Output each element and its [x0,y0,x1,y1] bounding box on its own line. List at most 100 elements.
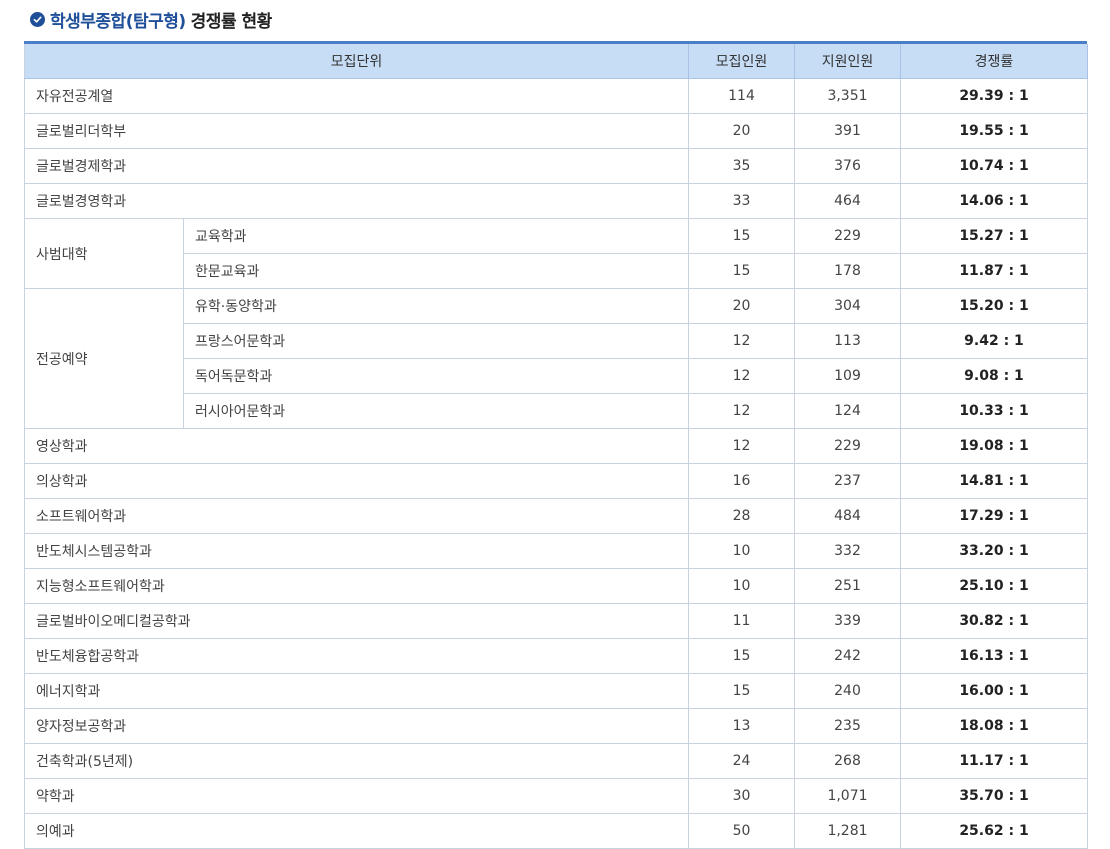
table-row: 글로벌리더학부 20 391 19.55 : 1 [24,113,1088,149]
table-row: 프랑스어문학과 12 113 9.42 : 1 [25,323,1088,359]
unit-cell: 약학과 [24,778,689,814]
applicants-cell: 178 [794,253,901,289]
group-cell: 사범대학 [24,218,184,289]
unit-cell: 자유전공계열 [24,78,689,114]
rate-cell: 15.20 : 1 [900,288,1088,324]
applicants-cell: 3,351 [794,78,901,114]
rate-cell: 33.20 : 1 [900,533,1088,569]
unit-cell: 교육학과 [183,218,689,254]
rate-cell: 17.29 : 1 [900,498,1088,534]
table-row: 글로벌경영학과 33 464 14.06 : 1 [24,183,1088,219]
rate-cell: 15.27 : 1 [900,218,1088,254]
quota-cell: 30 [688,778,795,814]
rate-cell: 11.87 : 1 [900,253,1088,289]
table-row: 건축학과(5년제) 24 268 11.17 : 1 [24,743,1088,779]
title-highlight: 학생부종합(탐구형) [50,11,186,32]
unit-cell: 유학·동양학과 [183,288,689,324]
rate-cell: 11.17 : 1 [900,743,1088,779]
quota-cell: 114 [688,78,795,114]
rate-cell: 9.42 : 1 [900,323,1088,359]
competition-table: 모집단위 모집인원 지원인원 경쟁률 자유전공계열 114 3,351 29.3… [24,44,1088,849]
applicants-cell: 332 [794,533,901,569]
section-title: 학생부종합(탐구형) 경쟁률 현황 [30,6,272,32]
rate-cell: 25.62 : 1 [900,813,1088,849]
unit-cell: 한문교육과 [183,253,689,289]
unit-cell: 소프트웨어학과 [24,498,689,534]
unit-cell: 글로벌경영학과 [24,183,689,219]
quota-cell: 12 [688,393,795,429]
check-circle-icon [30,11,45,27]
applicants-cell: 235 [794,708,901,744]
table-row: 사범대학 교육학과 15 229 15.27 : 1 [24,218,1088,289]
unit-cell: 의상학과 [24,463,689,499]
table-row: 소프트웨어학과 28 484 17.29 : 1 [24,498,1088,534]
table-row: 전공예약 유학·동양학과 20 304 15.20 : 1 [24,288,1088,429]
table-row: 반도체시스템공학과 10 332 33.20 : 1 [24,533,1088,569]
rate-cell: 29.39 : 1 [900,78,1088,114]
applicants-cell: 1,071 [794,778,901,814]
applicants-cell: 304 [794,288,901,324]
unit-cell: 양자정보공학과 [24,708,689,744]
competition-table-wrapper: 모집단위 모집인원 지원인원 경쟁률 자유전공계열 114 3,351 29.3… [24,41,1088,849]
title-rest: 경쟁률 현황 [190,11,273,32]
applicants-cell: 113 [794,323,901,359]
table-row: 자유전공계열 114 3,351 29.39 : 1 [24,78,1088,114]
table-row: 글로벌바이오메디컬공학과 11 339 30.82 : 1 [24,603,1088,639]
quota-cell: 20 [688,113,795,149]
rate-cell: 30.82 : 1 [900,603,1088,639]
applicants-cell: 376 [794,148,901,184]
applicants-cell: 229 [794,218,901,254]
header-applicants: 지원인원 [794,44,901,79]
unit-cell: 에너지학과 [24,673,689,709]
rate-cell: 16.00 : 1 [900,673,1088,709]
unit-cell: 글로벌리더학부 [24,113,689,149]
applicants-cell: 339 [794,603,901,639]
unit-cell: 글로벌바이오메디컬공학과 [24,603,689,639]
quota-cell: 20 [688,288,795,324]
table-row: 한문교육과 15 178 11.87 : 1 [25,253,1088,289]
rate-cell: 10.74 : 1 [900,148,1088,184]
applicants-cell: 109 [794,358,901,394]
quota-cell: 10 [688,533,795,569]
unit-cell: 반도체시스템공학과 [24,533,689,569]
applicants-cell: 251 [794,568,901,604]
applicants-cell: 242 [794,638,901,674]
header-quota: 모집인원 [688,44,795,79]
table-row: 에너지학과 15 240 16.00 : 1 [24,673,1088,709]
quota-cell: 15 [688,638,795,674]
applicants-cell: 240 [794,673,901,709]
quota-cell: 10 [688,568,795,604]
quota-cell: 12 [688,428,795,464]
applicants-cell: 1,281 [794,813,901,849]
table-row: 반도체융합공학과 15 242 16.13 : 1 [24,638,1088,674]
header-unit: 모집단위 [24,44,689,79]
header-rate: 경쟁률 [900,44,1088,79]
rate-cell: 16.13 : 1 [900,638,1088,674]
group-cell: 전공예약 [24,288,184,429]
table-row: 양자정보공학과 13 235 18.08 : 1 [24,708,1088,744]
quota-cell: 13 [688,708,795,744]
rate-cell: 19.08 : 1 [900,428,1088,464]
unit-cell: 지능형소프트웨어학과 [24,568,689,604]
table-row: 의상학과 16 237 14.81 : 1 [24,463,1088,499]
applicants-cell: 391 [794,113,901,149]
unit-cell: 글로벌경제학과 [24,148,689,184]
unit-cell: 러시아어문학과 [183,393,689,429]
rate-cell: 19.55 : 1 [900,113,1088,149]
unit-cell: 독어독문학과 [183,358,689,394]
applicants-cell: 124 [794,393,901,429]
rate-cell: 9.08 : 1 [900,358,1088,394]
quota-cell: 50 [688,813,795,849]
applicants-cell: 484 [794,498,901,534]
rate-cell: 18.08 : 1 [900,708,1088,744]
quota-cell: 15 [688,253,795,289]
rate-cell: 10.33 : 1 [900,393,1088,429]
table-row: 약학과 30 1,071 35.70 : 1 [24,778,1088,814]
quota-cell: 12 [688,323,795,359]
quota-cell: 33 [688,183,795,219]
quota-cell: 15 [688,673,795,709]
quota-cell: 16 [688,463,795,499]
table-row: 영상학과 12 229 19.08 : 1 [24,428,1088,464]
unit-cell: 영상학과 [24,428,689,464]
table-row: 독어독문학과 12 109 9.08 : 1 [25,358,1088,394]
